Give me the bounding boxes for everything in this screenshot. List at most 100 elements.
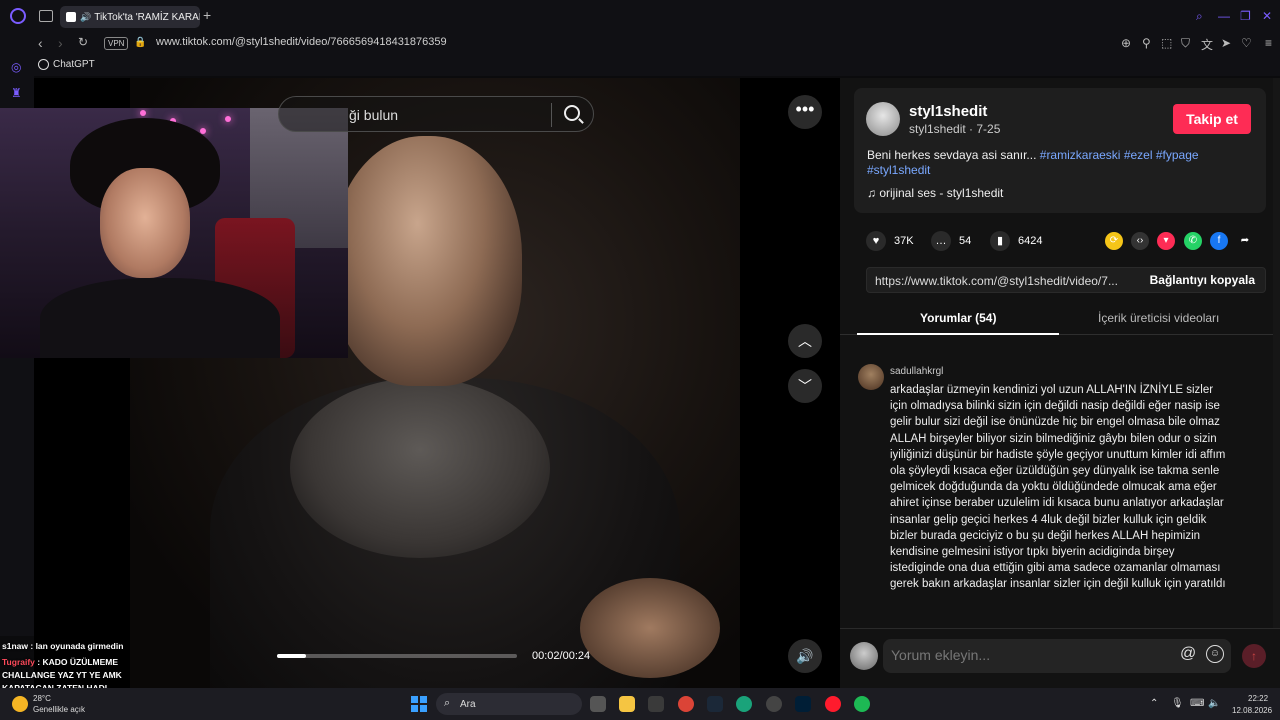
- music-link[interactable]: ♫ orijinal ses - styl1shedit: [867, 186, 1003, 200]
- search-tabs-icon[interactable]: ⌕: [1196, 9, 1203, 24]
- reload-icon[interactable]: ↻: [78, 35, 88, 49]
- like-action[interactable]: ♥ 37K: [866, 231, 914, 251]
- bookmark-icon[interactable]: ▮: [990, 231, 1010, 251]
- tab-comments[interactable]: Yorumlar (54): [920, 311, 996, 325]
- minimize-icon[interactable]: —: [1218, 9, 1230, 23]
- previous-video-icon[interactable]: ︿: [788, 324, 822, 358]
- hashtag[interactable]: #ezel: [1124, 148, 1153, 162]
- comment-placeholder[interactable]: Yorum ekleyin...: [891, 647, 990, 663]
- search-bar[interactable]: ği bulun: [278, 96, 594, 132]
- windows-start-icon[interactable]: [411, 696, 427, 712]
- photoshop-icon[interactable]: [795, 696, 811, 712]
- chat-username: s1naw: [2, 641, 28, 651]
- forward-icon[interactable]: ›: [58, 35, 63, 51]
- taskbar-search[interactable]: [436, 693, 582, 715]
- bookmark-label: ChatGPT: [53, 59, 95, 70]
- zoom-icon[interactable]: ⊕: [1121, 36, 1131, 50]
- whatsapp-icon[interactable]: ✆: [1184, 232, 1202, 250]
- clock-time[interactable]: 22:22: [1248, 694, 1268, 703]
- network-icon[interactable]: ⌨: [1190, 698, 1204, 709]
- shield-icon[interactable]: ⛉: [1181, 36, 1190, 51]
- repost-icon[interactable]: ⟳: [1105, 232, 1123, 250]
- chat-text: lan oyunada girmedin: [35, 641, 124, 651]
- translate-icon[interactable]: 文: [1201, 36, 1213, 53]
- heart-icon[interactable]: ♥: [866, 231, 886, 251]
- like-count: 37K: [894, 235, 914, 247]
- save-action[interactable]: ▮ 6424: [990, 231, 1042, 251]
- address-bar: ‹ › ↻ VPN 🔒 www.tiktok.com/@styl1shedit/…: [0, 32, 1280, 56]
- author-name[interactable]: styl1shedit: [909, 103, 987, 120]
- maximize-icon[interactable]: ❐: [1240, 9, 1251, 23]
- share-more-icon[interactable]: ➦: [1236, 232, 1254, 250]
- opera-icon[interactable]: [825, 696, 841, 712]
- emoji-icon[interactable]: ☺: [1206, 645, 1224, 663]
- app-icon[interactable]: [766, 696, 782, 712]
- progress-fill: [277, 654, 306, 658]
- hashtag[interactable]: #styl1shedit: [867, 163, 930, 177]
- speaker-icon[interactable]: 🔈: [1208, 698, 1220, 709]
- send-icon[interactable]: ➤: [1221, 36, 1231, 50]
- hashtag[interactable]: #ramizkaraeski: [1040, 148, 1121, 162]
- back-icon[interactable]: ‹: [38, 35, 43, 51]
- page-scrollbar[interactable]: [1273, 78, 1280, 628]
- streamer-body: [40, 278, 280, 358]
- mention-icon[interactable]: @: [1180, 645, 1196, 663]
- opera-logo-icon[interactable]: [10, 8, 26, 24]
- facebook-icon[interactable]: f: [1210, 232, 1228, 250]
- tray-expand-icon[interactable]: ⌃: [1150, 698, 1158, 709]
- more-options-icon[interactable]: •••: [788, 95, 822, 129]
- spotify-icon[interactable]: [854, 696, 870, 712]
- new-tab-icon[interactable]: +: [203, 7, 211, 23]
- heart-icon[interactable]: ♡: [1241, 36, 1252, 50]
- next-video-icon[interactable]: ﹀: [788, 369, 822, 403]
- extension-icon[interactable]: ♜: [11, 86, 22, 100]
- tab-tiktok[interactable]: 🔊 TikTok'ta 'RAMİZ KARAI: [60, 6, 200, 28]
- progress-bar[interactable]: [277, 654, 517, 658]
- follow-button[interactable]: Takip et: [1173, 104, 1251, 134]
- weather-sun-icon[interactable]: [12, 696, 28, 712]
- microphone-icon[interactable]: 🎙: [1171, 698, 1184, 709]
- lock-icon[interactable]: 🔒: [134, 37, 146, 48]
- search-input[interactable]: ği bulun: [349, 107, 398, 123]
- description-text: Beni herkes sevdaya asi sanır...: [867, 148, 1040, 162]
- comment-action[interactable]: … 54: [931, 231, 971, 251]
- steam-icon[interactable]: [707, 696, 723, 712]
- weather-description: Genellikle açık: [33, 705, 86, 714]
- file-explorer-icon[interactable]: [619, 696, 635, 712]
- hashtag[interactable]: #fypage: [1156, 148, 1199, 162]
- menu-icon[interactable]: ≡: [1265, 36, 1272, 50]
- tab-creator-videos[interactable]: İçerik üreticisi videoları: [1098, 311, 1219, 325]
- music-title: orijinal ses - styl1shedit: [879, 186, 1004, 200]
- post-description: Beni herkes sevdaya asi sanır... #ramizk…: [867, 148, 1207, 178]
- pin-icon[interactable]: ⚲: [1142, 36, 1151, 50]
- send-comment-icon[interactable]: ↑: [1242, 644, 1266, 668]
- music-note-icon: ♫: [867, 186, 880, 200]
- copy-link-button[interactable]: Bağlantıyı kopyala: [1150, 273, 1255, 287]
- commenter-avatar[interactable]: [858, 364, 884, 390]
- embed-icon[interactable]: ‹›: [1131, 232, 1149, 250]
- video-figure-scarf: [290, 378, 550, 558]
- comment-text: arkadaşlar üzmeyin kendinizi yol uzun AL…: [890, 384, 1226, 591]
- close-icon[interactable]: ✕: [1262, 9, 1272, 23]
- chrome-icon[interactable]: [678, 696, 694, 712]
- vpn-badge[interactable]: VPN: [104, 37, 129, 50]
- app-icon[interactable]: [648, 696, 664, 712]
- video-link[interactable]: https://www.tiktok.com/@styl1shedit/vide…: [875, 274, 1125, 288]
- audio-playing-icon[interactable]: 🔊: [80, 12, 91, 23]
- aria-icon[interactable]: ◎: [11, 60, 21, 74]
- send-to-friends-icon[interactable]: ▾: [1157, 232, 1175, 250]
- taskbar-search-text[interactable]: Ara: [460, 699, 476, 710]
- task-view-icon[interactable]: [590, 696, 606, 712]
- search-icon[interactable]: [564, 105, 580, 121]
- clock-date[interactable]: 12.08.2026: [1232, 706, 1272, 715]
- screenshot-icon[interactable]: ⬚: [1161, 36, 1172, 50]
- bookmark-chatgpt[interactable]: ChatGPT: [38, 59, 95, 70]
- comment-icon[interactable]: …: [931, 231, 951, 251]
- commenter-name[interactable]: sadullahkrgl: [890, 366, 943, 377]
- volume-icon[interactable]: 🔊: [788, 639, 822, 673]
- app-icon[interactable]: [736, 696, 752, 712]
- author-avatar[interactable]: [866, 102, 900, 136]
- tab-manager-icon[interactable]: [39, 10, 53, 22]
- url-field[interactable]: www.tiktok.com/@styl1shedit/video/766656…: [156, 36, 447, 48]
- chat-username: Tugraify: [2, 657, 35, 667]
